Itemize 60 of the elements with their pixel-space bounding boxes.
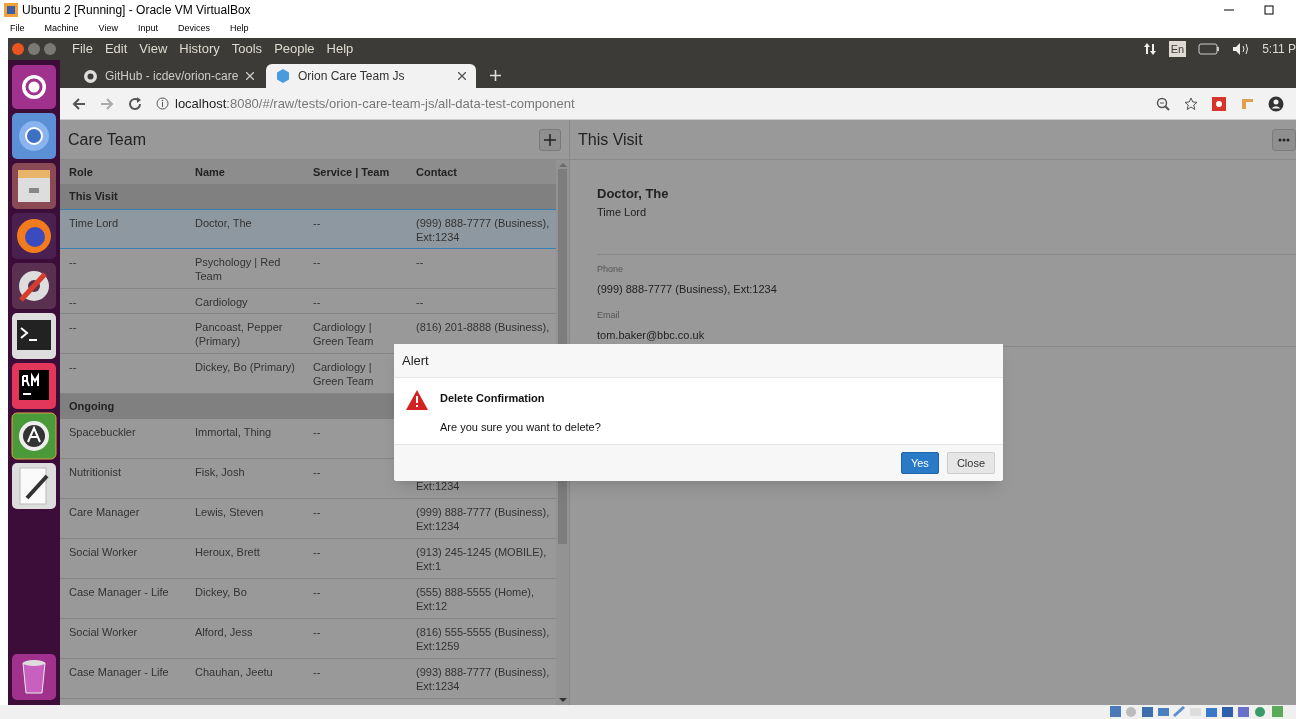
table-cell: (816) 555-5555 (Business), Ext:1259 <box>416 626 550 652</box>
field-label: Email <box>597 309 621 322</box>
table-cell: -- <box>69 256 77 268</box>
table-cell: Dickey, Bo <box>195 586 247 598</box>
table-cell: -- <box>69 296 77 308</box>
table-cell: -- <box>69 361 77 373</box>
group-label: This Visit <box>69 189 118 205</box>
table-cell: -- <box>313 626 321 638</box>
table-cell: Heroux, Brett <box>195 546 260 558</box>
table-cell: Case Manager - Life <box>69 666 169 678</box>
table-cell: -- <box>416 296 424 308</box>
window-title: Ubuntu 2 [Running] - Oracle VM VirtualBox <box>22 2 251 19</box>
table-cell: -- <box>313 506 321 518</box>
table-cell: -- <box>313 586 321 598</box>
dialog-heading: Delete Confirmation <box>440 391 546 406</box>
table-cell: -- <box>313 426 321 438</box>
table-cell: Social Worker <box>69 626 138 638</box>
table-cell: Social Worker <box>69 546 138 558</box>
table-cell: Cardiology | Green Team <box>313 321 374 347</box>
panel-title: Care Team <box>68 129 146 150</box>
table-cell: Cardiology | Green Team <box>313 361 374 387</box>
url-text: localhost:8080/#/raw/tests/orion-care-team-js/all-data-test-component <box>175 94 575 113</box>
field-label: Phone <box>597 263 625 276</box>
field-value: tom.baker@bbc.co.uk <box>597 327 706 343</box>
table-cell: (555) 888-5555 (Home), Ext:12 <box>416 586 534 612</box>
table-cell: (816) 201-8888 (Business), <box>416 321 550 333</box>
table-cell: (999) 888-7777 (Business), Ext:1234 <box>416 217 550 243</box>
table-cell: -- <box>313 666 321 678</box>
field-value: (999) 888-7777 (Business), Ext:1234 <box>597 281 778 297</box>
table-cell: (993) 888-7777 (Business), Ext:1234 <box>416 666 550 692</box>
table-cell: (913) 245-1245 (MOBILE), Ext:1 <box>416 546 547 572</box>
table-cell-text: Ext:1234 <box>416 479 461 493</box>
table-cell: Lewis, Steven <box>195 506 264 518</box>
contact-name: Doctor, The <box>597 185 670 203</box>
panel-title: This Visit <box>578 129 643 150</box>
group-label: Ongoing <box>69 399 115 415</box>
table-cell: Chauhan, Jeetu <box>195 666 273 678</box>
table-cell: -- <box>313 466 321 478</box>
table-cell: Care Manager <box>69 506 140 518</box>
table-cell: -- <box>69 321 77 333</box>
dialog-title: Alert <box>402 351 429 370</box>
contact-role: Time Lord <box>597 204 648 220</box>
table-cell: Fisk, Josh <box>195 466 245 478</box>
table-cell: Time Lord <box>69 217 119 229</box>
table-cell: Alford, Jess <box>195 626 253 638</box>
table-cell: Psychology | Red Team <box>195 256 281 282</box>
table-cell: Doctor, The <box>195 217 252 229</box>
table-cell: Dickey, Bo (Primary) <box>195 361 296 373</box>
table-cell: -- <box>416 256 424 268</box>
table-cell: Nutritionist <box>69 466 121 478</box>
table-cell: -- <box>313 256 321 268</box>
table-cell: -- <box>313 546 321 558</box>
table-cell: Case Manager - Life <box>69 586 169 598</box>
table-cell: -- <box>313 296 321 308</box>
table-cell: Cardiology <box>195 296 248 308</box>
table-cell: Spacebuckler <box>69 426 136 438</box>
table-cell: -- <box>313 217 321 229</box>
table-cell: Immortal, Thing <box>195 426 272 438</box>
table-cell: (999) 888-7777 (Business), Ext:1234 <box>416 506 550 532</box>
table-cell: Pancoast, Pepper (Primary) <box>195 321 283 347</box>
